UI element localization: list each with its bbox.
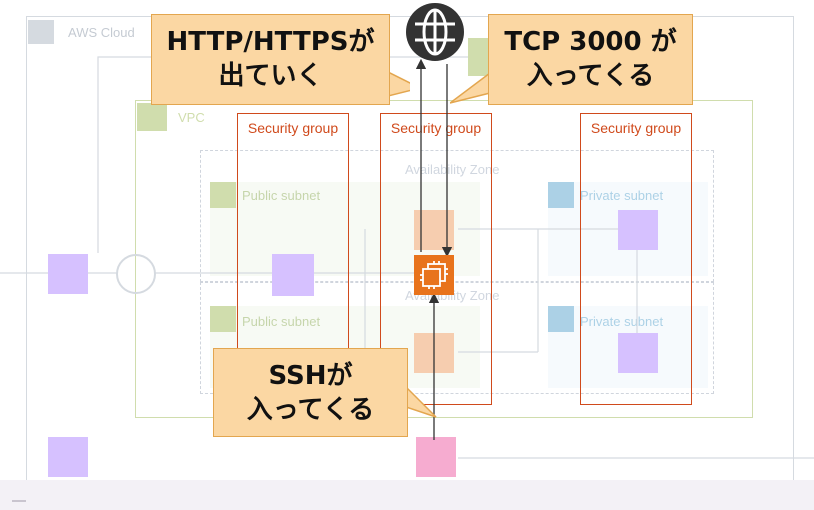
http-callout-group: HTTP/HTTPSが 出ていく (150, 13, 410, 113)
tcp-callout-line-2: 入ってくる (526, 61, 655, 91)
http-callout: HTTP/HTTPSが 出ていく (151, 14, 390, 105)
http-callout-line-2: 出ていく (218, 61, 323, 91)
ssh-callout-group: SSHが 入ってくる (212, 347, 444, 439)
ssh-callout: SSHが 入ってくる (213, 348, 408, 437)
tcp-callout: TCP 3000 が 入ってくる (488, 14, 693, 105)
http-callout-line-1: HTTP/HTTPSが (166, 27, 375, 57)
ec2-instance-icon (414, 255, 454, 295)
tcp-callout-line-1: TCP 3000 が (504, 27, 677, 57)
tcp-callout-group: TCP 3000 が 入ってくる (450, 13, 695, 113)
ssh-callout-line-1: SSHが (268, 361, 353, 391)
ssh-callout-line-2: 入ってくる (246, 395, 375, 425)
